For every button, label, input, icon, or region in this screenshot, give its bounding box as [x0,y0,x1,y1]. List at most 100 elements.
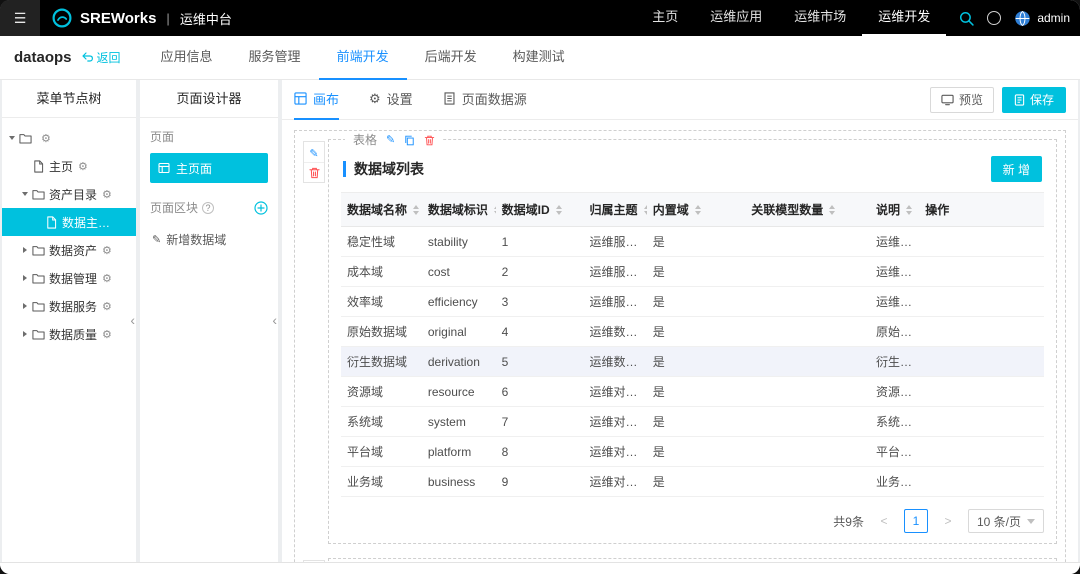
table-row[interactable]: 资源域 resource 6 运维对象主题 是 资源模型数据域 [341,377,1044,407]
tree-item[interactable]: 主页 [2,152,136,180]
cell-model-count [745,347,870,377]
hamburger-menu-button[interactable] [0,0,40,36]
app-tab[interactable]: 应用信息 [143,36,231,80]
cell-model-count [745,317,870,347]
save-button[interactable]: 保存 [1002,87,1066,113]
column-header[interactable]: 内置域 [647,193,745,227]
tree-item[interactable]: 数据资产 [2,236,136,264]
table-row[interactable]: 平台域 platform 8 运维对象主题 是 平台模型数据域 [341,437,1044,467]
back-label: 返回 [97,49,121,66]
caret-icon[interactable] [23,303,27,309]
caret-icon[interactable] [9,136,15,140]
product-name: SREWorks [80,10,156,27]
column-header[interactable]: 说明 [870,193,919,227]
cell-description: 原始相关模型数据域 [870,317,919,347]
caret-icon[interactable] [22,192,28,196]
search-icon[interactable] [959,11,974,26]
add-button[interactable]: 新 增 [991,156,1042,182]
edit-block-button[interactable] [304,142,324,162]
current-page-button[interactable]: 1 [904,509,928,533]
avatar-globe-icon[interactable] [1014,10,1031,27]
caret-icon[interactable] [23,275,27,281]
add-block-icon[interactable] [254,201,268,215]
tree-item[interactable] [2,124,136,152]
table-row[interactable]: 效率域 efficiency 3 运维服务主题 是 运维效率相关模型数据域 [341,287,1044,317]
tree-item[interactable]: 数据管理 [2,264,136,292]
gear-icon[interactable] [102,272,112,285]
cell-builtin: 是 [647,437,745,467]
tree-item[interactable]: 数据主题域 [2,208,136,236]
tree-item[interactable]: 数据质量 [2,320,136,348]
preview-button[interactable]: 预览 [930,87,994,113]
caret-icon[interactable] [23,247,27,253]
table-row[interactable]: 稳定性域 stability 1 运维服务主题 是 运维稳定性相关模型数据域 [341,227,1044,257]
delete-block-button[interactable] [304,162,324,182]
cell-model-count [745,377,870,407]
username[interactable]: admin [1037,11,1070,25]
gear-icon[interactable] [102,300,112,313]
collapse-panel-icon[interactable] [272,312,277,328]
table-row[interactable]: 系统域 system 7 运维对象主题 是 系统模型数据域 [341,407,1044,437]
page-item-main[interactable]: 主页面 [150,153,268,183]
gear-icon[interactable] [102,188,112,201]
top-nav-item[interactable]: 运维应用 [694,0,778,36]
app-tab[interactable]: 构建测试 [495,36,583,80]
gear-icon[interactable] [102,244,112,257]
column-header[interactable]: 数据域标识 [422,193,496,227]
next-page-button[interactable]: > [936,509,960,533]
folder-icon [32,272,45,285]
cell-model-count [745,257,870,287]
top-nav-item[interactable]: 运维开发 [862,0,946,36]
trash-icon[interactable] [424,135,435,146]
app-tab[interactable]: 服务管理 [231,36,319,80]
tree-item[interactable]: 数据服务 [2,292,136,320]
column-header[interactable]: 关联模型数量 [745,193,870,227]
page-size-select[interactable]: 10 条/页 [968,509,1044,533]
column-header[interactable]: 数据域名称 [341,193,422,227]
tree-item-label: 数据质量 [49,326,97,343]
column-header[interactable]: 数据域ID [496,193,584,227]
cell-builtin: 是 [647,287,745,317]
top-nav-item[interactable]: 运维市场 [778,0,862,36]
prev-page-button[interactable]: < [872,509,896,533]
page-blocks-section: 页面区块 [150,199,268,216]
cell-identifier: derivation [422,347,496,377]
page-designer-title: 页面设计器 [140,80,278,118]
cell-action [919,317,1044,347]
tree-item[interactable]: 资产目录 [2,180,136,208]
preview-label: 预览 [959,91,983,108]
block-type-label: 表格 [353,132,377,148]
tab-settings[interactable]: 设置 [369,80,413,120]
tab-datasource[interactable]: 页面数据源 [443,80,527,120]
cell-description: 系统模型数据域 [870,407,919,437]
app-tab[interactable]: 后端开发 [407,36,495,80]
top-nav-item[interactable]: 主页 [636,0,694,36]
column-header[interactable]: 操作 [919,193,1044,227]
help-circle-icon[interactable] [202,202,214,214]
page-block-item[interactable]: 新增数据域 [150,226,268,252]
edit-icon[interactable] [386,132,395,148]
page-block-label: 新增数据域 [166,231,226,248]
table-row[interactable]: 业务域 business 9 运维对象主题 是 业务模型数据域 [341,467,1044,497]
copy-icon[interactable] [404,135,415,146]
table-row[interactable]: 成本域 cost 2 运维服务主题 是 运维成本相关模型数据域 [341,257,1044,287]
table-row[interactable]: 衍生数据域 derivation 5 运维数据主题 是 衍生相关模型数据域 [341,347,1044,377]
empty-design-block[interactable] [328,558,1057,562]
gear-icon[interactable] [102,328,112,341]
caret-icon[interactable] [23,331,27,337]
cell-identifier: system [422,407,496,437]
column-header[interactable]: 归属主题 [584,193,647,227]
cell-action [919,467,1044,497]
app-tab[interactable]: 前端开发 [319,36,407,80]
gear-icon[interactable] [78,160,88,173]
sreworks-logo-icon [52,8,72,28]
gear-icon[interactable] [41,132,51,145]
edit-block-button[interactable] [304,561,324,562]
back-link[interactable]: 返回 [82,49,121,66]
collapse-panel-icon[interactable] [130,312,135,328]
table-row[interactable]: 原始数据域 original 4 运维数据主题 是 原始相关模型数据域 [341,317,1044,347]
help-icon[interactable] [987,11,1001,25]
back-arrow-icon [82,52,94,63]
tab-canvas[interactable]: 画布 [294,80,339,120]
table-design-block[interactable]: 表格 [328,139,1057,544]
